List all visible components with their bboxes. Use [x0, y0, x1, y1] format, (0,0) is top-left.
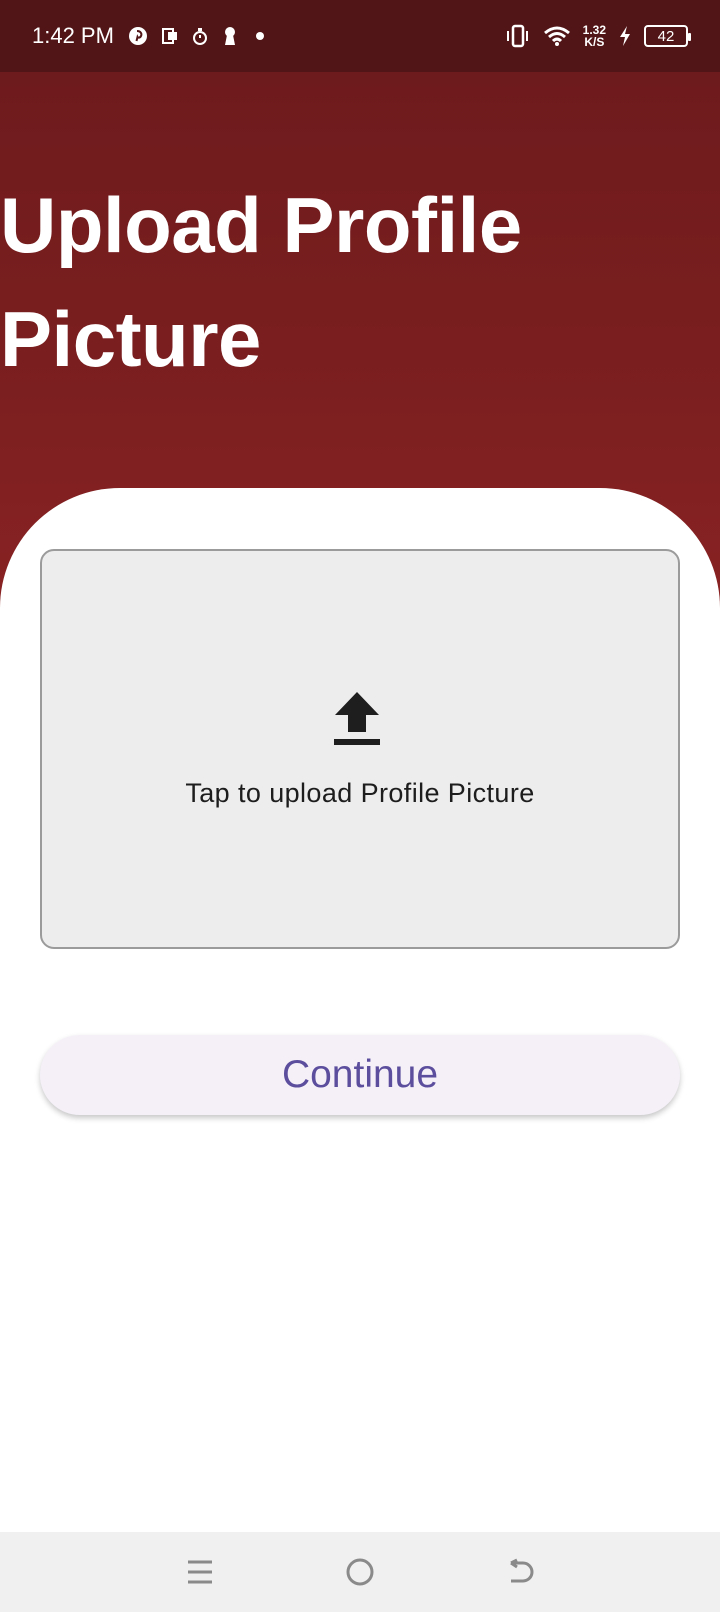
keyhole-icon [222, 26, 238, 46]
charging-icon [618, 25, 632, 47]
home-icon[interactable] [330, 1542, 390, 1602]
page-title: Upload Profile Picture [0, 181, 522, 383]
network-speed: 1.32 K/S [583, 24, 606, 48]
status-time: 1:42 PM [32, 23, 114, 48]
upload-picture-area[interactable] [40, 549, 680, 949]
wifi-icon [543, 25, 571, 47]
stopwatch-icon [192, 27, 208, 45]
back-icon[interactable] [490, 1542, 550, 1602]
upload-label[interactable]: Tap to upload Profile Picture [40, 778, 680, 809]
status-right: 1.32 K/S 42 [505, 24, 691, 48]
office-icon [161, 27, 178, 45]
dot-icon [252, 28, 268, 44]
battery-level: 42 [657, 27, 675, 45]
system-nav-bar [0, 1532, 720, 1612]
menu-icon[interactable] [170, 1542, 230, 1602]
upload-icon[interactable] [333, 689, 381, 747]
vibrate-icon [505, 24, 531, 48]
continue-button[interactable]: Continue [40, 1035, 680, 1115]
pinterest-icon [128, 26, 148, 46]
network-speed-unit: K/S [584, 35, 605, 49]
battery-icon: 42 [644, 25, 691, 47]
status-bar: 1:42 PM 1.32 K/S 42 [0, 0, 720, 72]
status-left: 1:42 PM [32, 23, 505, 49]
